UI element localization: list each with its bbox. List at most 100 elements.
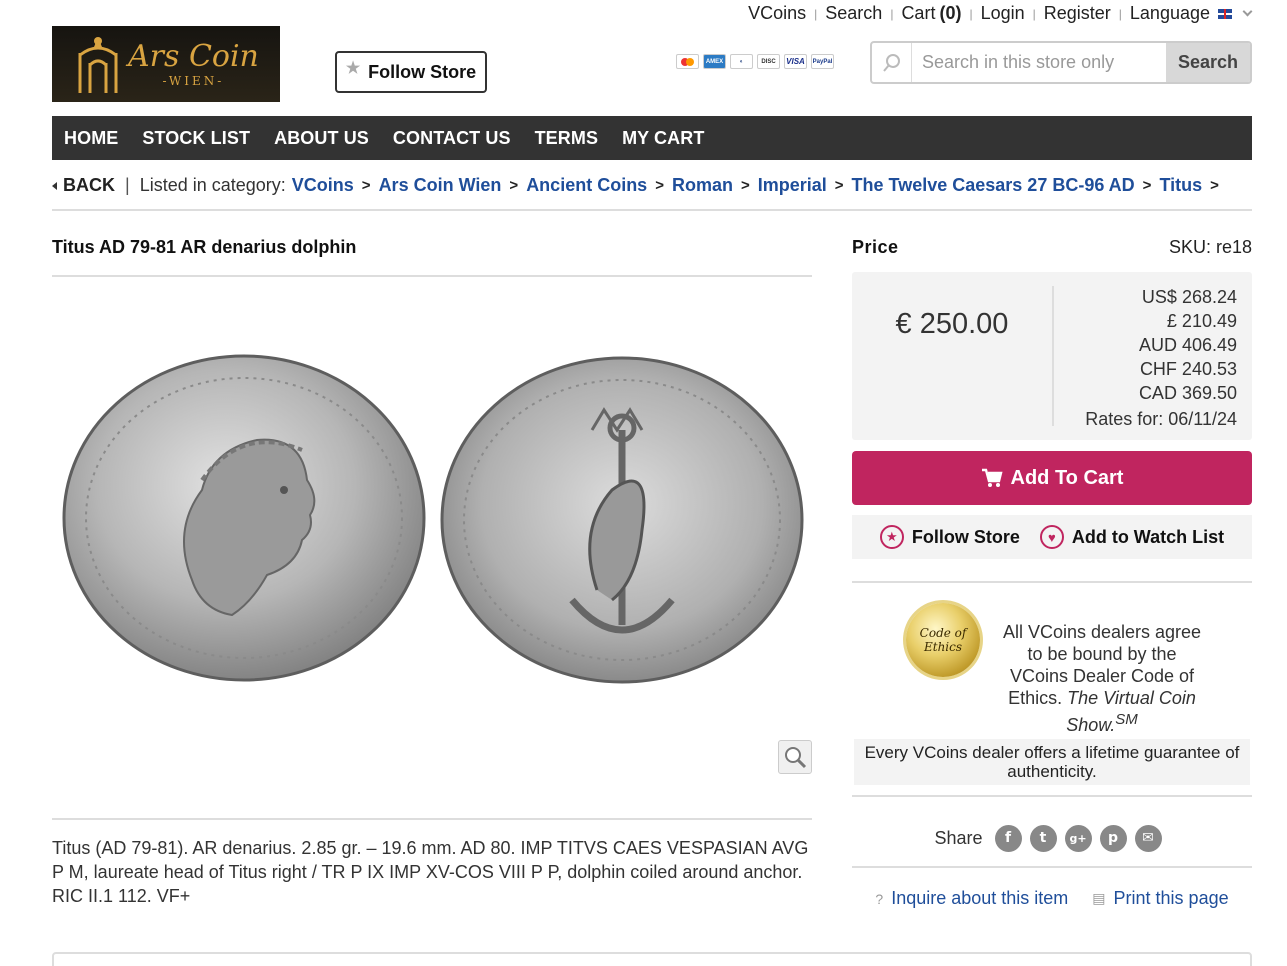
breadcrumb-ancient-coins[interactable]: Ancient Coins <box>526 175 647 196</box>
magnifier-icon <box>785 747 807 769</box>
follow-store-label: Follow Store <box>368 61 477 82</box>
star-icon: ★ <box>879 525 904 549</box>
gate-logo-icon <box>72 33 124 95</box>
discover-icon: DISC <box>757 54 780 69</box>
paypal-icon: PayPal <box>811 54 834 69</box>
chevron-down-icon <box>1242 6 1253 17</box>
code-of-ethics: Code of Ethics All VCoins dealers agree … <box>852 581 1252 797</box>
cart-label: Cart <box>901 3 936 23</box>
nav-my-cart[interactable]: MY CART <box>622 128 704 149</box>
seal-line2: Ethics <box>923 640 963 654</box>
coin-image[interactable] <box>52 340 812 690</box>
email-icon[interactable]: ✉ <box>1134 824 1162 852</box>
code-of-ethics-seal-icon[interactable]: Code of Ethics <box>906 603 980 677</box>
price-chf: CHF 240.53 <box>1139 359 1237 379</box>
search-button[interactable]: Search <box>1166 43 1250 82</box>
breadcrumb-twelve-caesars[interactable]: The Twelve Caesars 27 BC-96 AD <box>852 175 1135 196</box>
price-aud: AUD 406.49 <box>1138 335 1237 355</box>
inquire-label: Inquire about this item <box>891 888 1069 908</box>
ethics-text: All VCoins dealers agree to be bound by … <box>1002 621 1202 736</box>
facebook-icon[interactable]: f <box>994 824 1022 852</box>
rates-date: Rates for: 06/11/24 <box>1085 409 1237 429</box>
watch-list-label: Add to Watch List <box>1071 526 1225 547</box>
currency-conversions: US$ 268.24 £ 210.49 AUD 406.49 CHF 240.5… <box>1085 285 1237 431</box>
search-icon <box>872 43 912 82</box>
breadcrumb: BACK | Listed in category: VCoins > Ars C… <box>52 175 1252 211</box>
divider <box>1052 286 1054 426</box>
back-link[interactable]: BACK <box>52 175 115 196</box>
sku-label: SKU: re18 <box>1168 237 1252 257</box>
nav-about-us[interactable]: ABOUT US <box>274 128 369 149</box>
breadcrumb-roman[interactable]: Roman <box>672 175 733 196</box>
twitter-icon[interactable]: t <box>1029 824 1057 852</box>
separator: | <box>1032 6 1036 21</box>
inquire-link[interactable]: ? Inquire about this item <box>875 888 1068 909</box>
separator: | <box>125 175 130 195</box>
uk-flag-icon <box>1218 8 1232 19</box>
top-utility-links: VCoins | Search | Cart (0) | Login | Regi… <box>748 3 1253 24</box>
print-link[interactable]: ▤ Print this page <box>1092 888 1228 909</box>
price-label: Price <box>852 237 899 257</box>
cart-link[interactable]: Cart (0) <box>901 3 961 24</box>
amex-icon: AMEX <box>703 54 726 69</box>
store-search: Search <box>870 41 1252 84</box>
breadcrumb-ars-coin-wien[interactable]: Ars Coin Wien <box>379 175 502 196</box>
price-box: € 250.00 US$ 268.24 £ 210.49 AUD 406.49 … <box>852 272 1252 440</box>
language-selector[interactable]: Language <box>1129 3 1253 24</box>
search-link[interactable]: Search <box>825 3 882 24</box>
follow-store-button-top[interactable]: ★ Follow Store <box>335 51 487 93</box>
print-label: Print this page <box>1113 888 1229 908</box>
cart-icon <box>981 468 1003 487</box>
search-input[interactable] <box>912 43 1166 82</box>
separator: | <box>969 6 973 21</box>
breadcrumb-prefix: Listed in category: <box>139 175 286 195</box>
nav-terms[interactable]: TERMS <box>535 128 599 149</box>
diners-icon: ◐ <box>730 54 753 69</box>
language-label: Language <box>1129 3 1210 23</box>
question-icon: ? <box>875 890 884 907</box>
payment-cards: AMEX ◐ DISC VISA PayPal <box>676 54 834 69</box>
cart-count: (0) <box>939 3 962 23</box>
footer-panel <box>52 952 1252 966</box>
login-link[interactable]: Login <box>981 3 1025 24</box>
store-logo[interactable]: Ars Coin -WIEN- <box>52 26 280 102</box>
logo-title: Ars Coin <box>128 39 259 74</box>
visa-icon: VISA <box>784 54 807 69</box>
breadcrumb-imperial[interactable]: Imperial <box>758 175 827 196</box>
mastercard-icon <box>676 54 699 69</box>
separator: | <box>814 6 818 21</box>
separator: | <box>1118 6 1122 21</box>
follow-store-button[interactable]: ★ Follow Store <box>879 525 1020 549</box>
coin-reverse <box>440 356 804 684</box>
price-usd: US$ 268.24 <box>1141 287 1237 307</box>
seal-line1: Code of <box>919 626 967 640</box>
printer-icon: ▤ <box>1092 890 1106 906</box>
zoom-button[interactable] <box>778 740 812 774</box>
register-link[interactable]: Register <box>1044 3 1111 24</box>
item-links: ? Inquire about this item ▤ Print this p… <box>852 888 1252 909</box>
share-label: Share <box>934 827 983 848</box>
add-to-cart-button[interactable]: Add To Cart <box>852 451 1252 505</box>
add-to-cart-label: Add To Cart <box>1010 466 1124 489</box>
price-gbp: £ 210.49 <box>1166 311 1237 331</box>
nav-contact-us[interactable]: CONTACT US <box>393 128 511 149</box>
price-cad: CAD 369.50 <box>1138 383 1237 403</box>
item-description: Titus (AD 79-81). AR denarius. 2.85 gr. … <box>52 818 812 908</box>
breadcrumb-titus[interactable]: Titus <box>1159 175 1202 196</box>
breadcrumb-vcoins[interactable]: VCoins <box>292 175 354 196</box>
item-title: Titus AD 79-81 AR denarius dolphin <box>52 237 812 277</box>
nav-stock-list[interactable]: STOCK LIST <box>142 128 250 149</box>
coin-obverse <box>62 354 426 682</box>
pinterest-icon[interactable]: p <box>1099 824 1127 852</box>
separator: | <box>890 6 894 21</box>
vcoins-link[interactable]: VCoins <box>748 3 806 24</box>
share-bar: Share f t g+ p ✉ <box>852 810 1252 868</box>
google-plus-icon[interactable]: g+ <box>1064 824 1092 852</box>
heart-icon: ♥ <box>1039 525 1064 549</box>
add-to-watch-list-button[interactable]: ♥ Add to Watch List <box>1039 525 1225 549</box>
nav-home[interactable]: HOME <box>64 128 118 149</box>
authenticity-guarantee: Every VCoins dealer offers a lifetime gu… <box>854 739 1250 785</box>
price-header: Price SKU: re18 <box>852 237 1252 258</box>
follow-store-label: Follow Store <box>911 526 1020 547</box>
logo-subtitle: -WIEN- <box>162 74 225 88</box>
